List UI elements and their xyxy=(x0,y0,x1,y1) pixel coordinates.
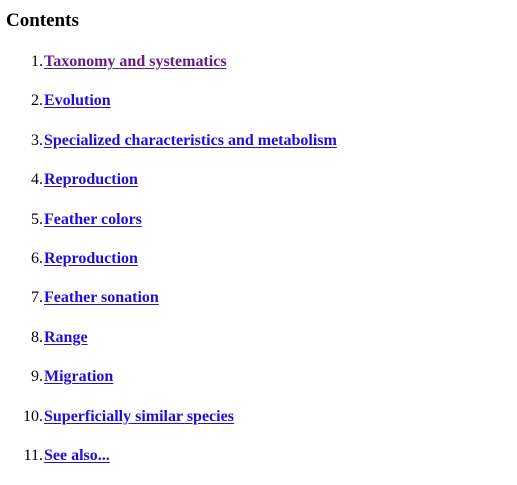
toc-item-2: 2. Evolution xyxy=(0,91,337,130)
toc-item-11: 11. See also... xyxy=(0,446,337,485)
toc-number: 6. xyxy=(31,249,43,267)
toc-link-reproduction[interactable]: Reproduction xyxy=(44,170,138,190)
toc-link-see-also[interactable]: See also... xyxy=(44,446,110,466)
toc-number: 3. xyxy=(31,131,43,149)
toc-number: 9. xyxy=(31,368,43,386)
toc-link-feather-colors[interactable]: Feather colors xyxy=(44,210,142,230)
toc-number: 2. xyxy=(31,92,43,110)
toc-link-superficially-similar-species[interactable]: Superficially similar species xyxy=(44,407,234,427)
table-of-contents: Contents 1. Taxonomy and systematics 2. … xyxy=(0,0,517,481)
toc-number: 4. xyxy=(31,171,43,189)
toc-number: 8. xyxy=(31,328,43,346)
toc-link-specialized-characteristics[interactable]: Specialized characteristics and metaboli… xyxy=(44,131,337,151)
toc-number: 11. xyxy=(23,446,43,464)
toc-item-7: 7. Feather sonation xyxy=(0,288,337,327)
toc-link-taxonomy-and-systematics[interactable]: Taxonomy and systematics xyxy=(44,52,227,72)
toc-item-5: 5. Feather colors xyxy=(0,210,337,249)
toc-item-4: 4. Reproduction xyxy=(0,170,337,209)
toc-item-10: 10. Superficially similar species xyxy=(0,407,337,446)
toc-link-range[interactable]: Range xyxy=(44,328,88,348)
toc-item-1: 1. Taxonomy and systematics xyxy=(0,52,337,91)
toc-link-evolution[interactable]: Evolution xyxy=(44,91,111,111)
toc-link-feather-sonation[interactable]: Feather sonation xyxy=(44,288,159,308)
toc-number: 7. xyxy=(31,289,43,307)
toc-item-8: 8. Range xyxy=(0,328,337,367)
toc-link-reproduction-2[interactable]: Reproduction xyxy=(44,249,138,269)
toc-number: 1. xyxy=(31,53,43,70)
toc-item-6: 6. Reproduction xyxy=(0,249,337,288)
toc-number: 10. xyxy=(23,407,43,425)
contents-heading: Contents xyxy=(6,10,79,31)
toc-list: 1. Taxonomy and systematics 2. Evolution… xyxy=(0,52,337,485)
toc-item-9: 9. Migration xyxy=(0,367,337,406)
toc-item-3: 3. Specialized characteristics and metab… xyxy=(0,131,337,170)
toc-link-migration[interactable]: Migration xyxy=(44,367,113,387)
toc-number: 5. xyxy=(31,210,43,228)
